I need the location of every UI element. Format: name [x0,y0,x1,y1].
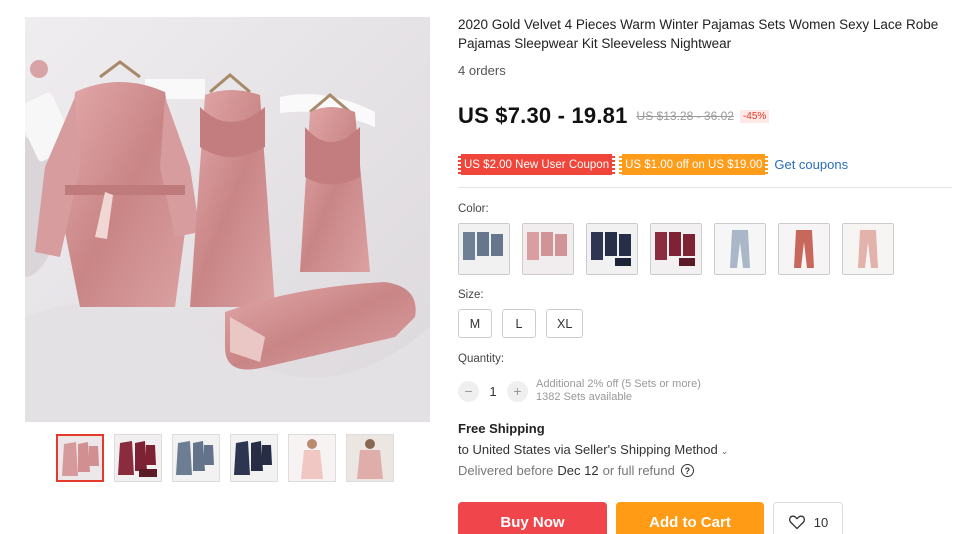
quantity-value[interactable]: 1 [479,384,507,399]
help-icon[interactable]: ? [680,464,694,477]
thumbnail-strip [56,434,394,482]
delivery-date: Dec 12 [557,463,599,478]
color-label: Color: [458,203,489,215]
color-options [458,223,894,275]
color-swatch-navy-set[interactable] [586,223,638,275]
size-m[interactable]: M [458,309,492,338]
action-buttons: Buy Now Add to Cart 10 [458,502,843,534]
original-price: US $13.28 - 36.02 [636,109,734,123]
shipping-title: Free Shipping [458,421,545,436]
color-swatch-pink-set[interactable] [522,223,574,275]
chevron-down-icon: ⌄ [720,446,729,456]
color-swatch-brick-pants[interactable] [778,223,830,275]
color-swatch-pink-pants[interactable] [842,223,894,275]
delivery-estimate: Delivered before Dec 12 or full refund ? [458,463,694,478]
color-swatch-grayblue-set[interactable] [458,223,510,275]
wishlist-count: 10 [813,514,829,530]
thumbnail-wine-set[interactable] [114,434,162,482]
color-swatch-lightblue-pants[interactable] [714,223,766,275]
delivery-prefix: Delivered before [458,463,554,478]
pajama-set-photo [25,17,430,422]
heart-icon [788,515,805,530]
new-user-coupon[interactable]: US $2.00 New User Coupon [458,154,616,175]
buy-now-button[interactable]: Buy Now [458,502,607,534]
bulk-discount-note: Additional 2% off (5 Sets or more) [536,378,701,390]
store-coupon[interactable]: US $1.00 off on US $19.00 [619,154,769,175]
size-l[interactable]: L [502,309,536,338]
quantity-plus-button[interactable]: + [507,380,528,402]
thumbnail-pink-set[interactable] [56,434,104,482]
thumbnail-grayblue-set[interactable] [172,434,220,482]
thumbnail-model-pink[interactable] [288,434,336,482]
price-row: US $7.30 - 19.81 US $13.28 - 36.02 -45% [458,103,770,129]
wishlist-button[interactable]: 10 [773,502,843,534]
main-product-image[interactable] [25,17,430,422]
current-price: US $7.30 - 19.81 [458,103,628,128]
order-count: 4 orders [458,63,506,78]
stock-note: 1382 Sets available [536,391,633,403]
size-options: M L XL [458,309,584,338]
thumbnail-navy-set[interactable] [230,434,278,482]
product-title: 2020 Gold Velvet 4 Pieces Warm Winter Pa… [458,17,939,51]
quantity-label: Quantity: [458,353,505,365]
shipping-destination[interactable]: to United States via Seller's Shipping M… [458,442,728,457]
size-xl[interactable]: XL [546,309,584,338]
quantity-minus-button[interactable]: − [458,380,479,402]
divider [458,187,952,188]
quantity-note: Additional 2% off (5 Sets or more) 1382 … [536,378,701,404]
coupon-row: US $2.00 New User Coupon US $1.00 off on… [458,154,848,175]
shipping-destination-text: to United States via Seller's Shipping M… [458,442,718,457]
discount-badge: -45% [739,109,770,123]
size-label: Size: [458,289,484,301]
quantity-stepper: − 1 + Additional 2% off (5 Sets or more)… [458,378,701,404]
get-coupons-link[interactable]: Get coupons [774,157,848,172]
product-info: 2020 Gold Velvet 4 Pieces Warm Winter Pa… [458,15,956,534]
color-swatch-wine-set[interactable] [650,223,702,275]
thumbnail-model-robe[interactable] [346,434,394,482]
add-to-cart-button[interactable]: Add to Cart [616,502,764,534]
delivery-suffix: or full refund [602,463,675,478]
